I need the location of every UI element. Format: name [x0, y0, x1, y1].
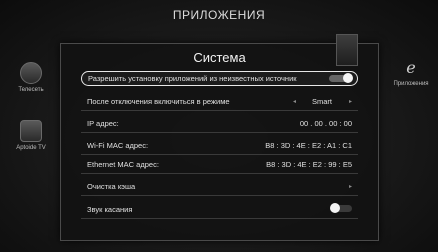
touch-sound-row[interactable]: Звук касания: [81, 201, 358, 219]
ethernet-mac-row: Ethernet MAC адрес: B8 : 3D : 4E : E2 : …: [81, 156, 358, 174]
row-label: Ethernet MAC адрес:: [87, 160, 159, 169]
power-mode-row[interactable]: После отключения включиться в режиме ◂ S…: [81, 93, 358, 111]
ethernet-mac-value: B8 : 3D : 4E : E2 : 99 : E5: [266, 160, 352, 169]
screen-title: ПРИЛОЖЕНИЯ: [172, 8, 266, 22]
arrow-right-icon[interactable]: ▸: [349, 93, 352, 111]
unknown-sources-toggle[interactable]: [329, 73, 353, 83]
app-tile-icon: [20, 62, 42, 84]
system-settings-dialog: Система Разрешить установку приложений и…: [60, 34, 379, 241]
side-app-label: Телесеть: [18, 87, 44, 93]
app-tile-icon: [20, 120, 42, 142]
clear-cache-row[interactable]: Очистка кэша ▸: [81, 178, 358, 196]
chevron-right-icon: ▸: [348, 184, 352, 190]
ip-address-value: 00 . 00 . 00 : 00: [299, 119, 352, 128]
row-label: IP адрес:: [87, 119, 119, 128]
side-app-label: Приложения: [393, 81, 429, 87]
row-label: Разрешить установку приложений из неизве…: [88, 74, 297, 83]
ip-address-row: IP адрес: 00 . 00 . 00 : 00: [81, 115, 358, 133]
wifi-mac-row: Wi-Fi MAC адрес: B8 : 3D : 4E : E2 : A1 …: [81, 137, 358, 155]
unknown-sources-row[interactable]: Разрешить установку приложений из неизве…: [81, 71, 358, 86]
row-label: Очистка кэша: [87, 182, 136, 191]
toggle-knob: [330, 203, 340, 213]
touch-sound-toggle[interactable]: [330, 203, 352, 213]
row-label: Звук касания: [87, 205, 133, 214]
power-mode-value: Smart: [311, 97, 332, 106]
arrow-left-icon[interactable]: ◂: [293, 93, 296, 111]
side-app-teleset[interactable]: Телесеть: [2, 62, 60, 93]
row-label: После отключения включиться в режиме: [87, 97, 230, 106]
row-label: Wi-Fi MAC адрес:: [87, 141, 149, 150]
dialog-title: Система: [193, 50, 246, 65]
side-app-label: Aptoide TV: [16, 145, 46, 151]
e-logo-icon: e: [406, 58, 416, 77]
side-app-aptoide[interactable]: Aptoide TV: [2, 120, 60, 151]
side-app-applications[interactable]: e Приложения: [384, 58, 438, 87]
toggle-knob: [343, 73, 353, 83]
wifi-mac-value: B8 : 3D : 4E : E2 : A1 : C1: [265, 141, 352, 150]
